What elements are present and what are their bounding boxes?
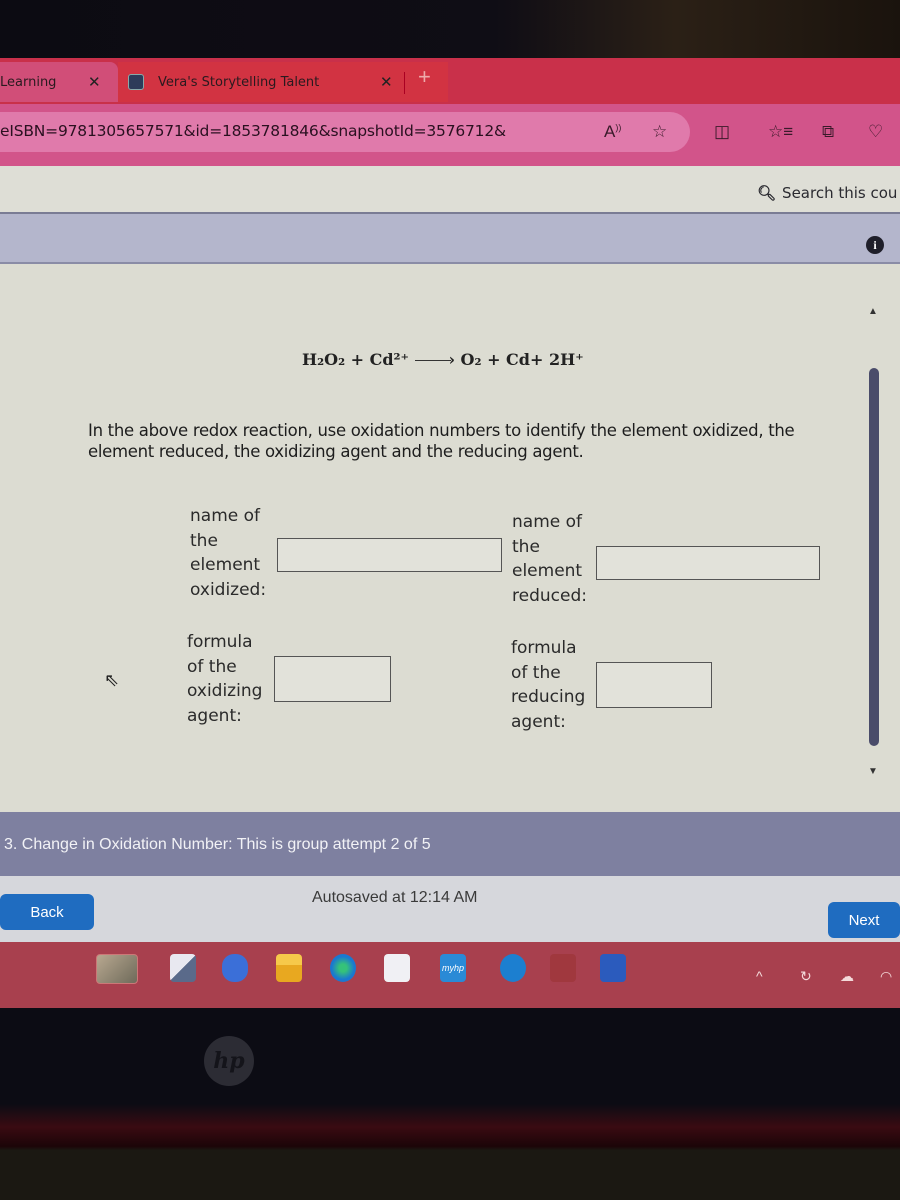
browser-essentials-icon[interactable]: ♡ bbox=[868, 122, 883, 142]
scrollbar-thumb[interactable] bbox=[869, 368, 879, 746]
oxidizing-agent-input[interactable] bbox=[274, 656, 391, 702]
favorite-star-icon[interactable]: ☆ bbox=[652, 122, 667, 142]
question-title-bar: 3. Change in Oxidation Number: This is g… bbox=[0, 812, 900, 876]
element-oxidized-label: name of the element oxidized: bbox=[190, 506, 267, 600]
back-button[interactable]: Back bbox=[0, 894, 94, 930]
search-course[interactable]: 🔍︎ Search this cou bbox=[757, 184, 897, 202]
collections-icon[interactable]: ⧉ bbox=[822, 122, 834, 142]
favorites-list-icon[interactable]: ☆≡ bbox=[768, 122, 793, 142]
close-tab-icon[interactable]: ✕ bbox=[88, 73, 101, 91]
search-label: Search this cou bbox=[782, 184, 898, 202]
sync-icon[interactable]: ↻ bbox=[800, 968, 812, 985]
scroll-down-arrow-icon[interactable]: ▼ bbox=[868, 766, 878, 777]
tray-chevron-icon[interactable]: ^ bbox=[756, 968, 763, 984]
teams-meet-icon[interactable] bbox=[222, 954, 248, 982]
question-title: 3. Change in Oxidation Number: This is g… bbox=[4, 836, 431, 853]
info-bar: i bbox=[0, 212, 900, 264]
next-button[interactable]: Next bbox=[828, 902, 900, 938]
monitor-bezel-top bbox=[0, 0, 900, 62]
microsoft-store-icon[interactable] bbox=[384, 954, 410, 982]
reducing-agent-input[interactable] bbox=[596, 662, 712, 708]
autosave-status: Autosaved at 12:14 AM bbox=[312, 889, 478, 906]
split-screen-icon[interactable]: ◫ bbox=[714, 122, 730, 142]
search-icon: 🔍︎ bbox=[757, 184, 777, 202]
scroll-up-arrow-icon[interactable]: ▲ bbox=[868, 306, 878, 317]
reducing-agent-label: formula of the reducing agent: bbox=[511, 638, 586, 732]
browser-tab-strip: Learning ✕ Vera's Storytelling Talent ✕ … bbox=[0, 58, 900, 104]
wifi-icon[interactable]: ◠ bbox=[880, 968, 892, 985]
close-tab-icon[interactable]: ✕ bbox=[380, 73, 393, 91]
mcafee-icon[interactable] bbox=[550, 954, 576, 982]
monitor-bezel-bottom: hp bbox=[0, 1008, 900, 1200]
new-tab-button[interactable]: + bbox=[418, 64, 431, 90]
tab-veras-storytelling-talent[interactable]: Vera's Storytelling Talent ✕ bbox=[118, 62, 448, 102]
question-prompt: In the above redox reaction, use oxidati… bbox=[88, 421, 795, 461]
file-explorer-icon[interactable] bbox=[276, 954, 302, 982]
element-oxidized-input[interactable] bbox=[277, 538, 502, 572]
photos-app-icon[interactable] bbox=[96, 954, 138, 984]
tab-learning[interactable]: Learning ✕ bbox=[0, 62, 118, 102]
url-field[interactable]: eISBN=9781305657571&id=1853781846&snapsh… bbox=[0, 112, 690, 152]
edge-browser-icon[interactable] bbox=[330, 954, 356, 982]
element-reduced-label: name of the element reduced: bbox=[512, 512, 587, 606]
word-icon[interactable] bbox=[600, 954, 626, 982]
url-text: eISBN=9781305657571&id=1853781846&snapsh… bbox=[0, 122, 506, 140]
equation-reactants: H₂O₂ + Cd²⁺ bbox=[302, 350, 409, 369]
question-content: H₂O₂ + Cd²⁺ › O₂ + Cd+ 2H⁺ In the above … bbox=[0, 262, 860, 822]
task-view-icon[interactable] bbox=[170, 954, 196, 982]
course-header: 🔍︎ Search this cou bbox=[0, 166, 900, 212]
onedrive-cloud-icon[interactable]: ☁ bbox=[840, 968, 854, 985]
get-help-icon[interactable] bbox=[500, 954, 526, 982]
hp-logo: hp bbox=[204, 1036, 254, 1086]
tab-label: Learning bbox=[0, 74, 57, 90]
course-page: 🔍︎ Search this cou i H₂O₂ + Cd²⁺ › O₂ + C… bbox=[0, 166, 900, 945]
info-icon[interactable]: i bbox=[866, 236, 884, 254]
equation-products: O₂ + Cd+ 2H⁺ bbox=[460, 350, 584, 369]
site-favicon-icon bbox=[128, 74, 144, 90]
windows-taskbar: myhp ^ ↻ ☁ ◠ bbox=[0, 942, 900, 1008]
element-reduced-input[interactable] bbox=[596, 546, 820, 580]
redox-equation: H₂O₂ + Cd²⁺ › O₂ + Cd+ 2H⁺ bbox=[302, 350, 584, 369]
scrollbar[interactable]: ▲ ▼ bbox=[862, 296, 886, 816]
mouse-cursor-icon: ⇖ bbox=[104, 670, 120, 690]
navigation-bar: Back Autosaved at 12:14 AM Next bbox=[0, 876, 900, 945]
reaction-arrow-icon bbox=[414, 360, 451, 361]
oxidizing-agent-label: formula of the oxidizing agent: bbox=[187, 632, 263, 726]
address-bar: eISBN=9781305657571&id=1853781846&snapsh… bbox=[0, 104, 900, 166]
myhp-icon[interactable]: myhp bbox=[440, 954, 466, 982]
tab-label: Vera's Storytelling Talent bbox=[158, 74, 320, 90]
tab-divider bbox=[404, 72, 405, 94]
read-aloud-icon[interactable]: A)) bbox=[604, 122, 621, 142]
